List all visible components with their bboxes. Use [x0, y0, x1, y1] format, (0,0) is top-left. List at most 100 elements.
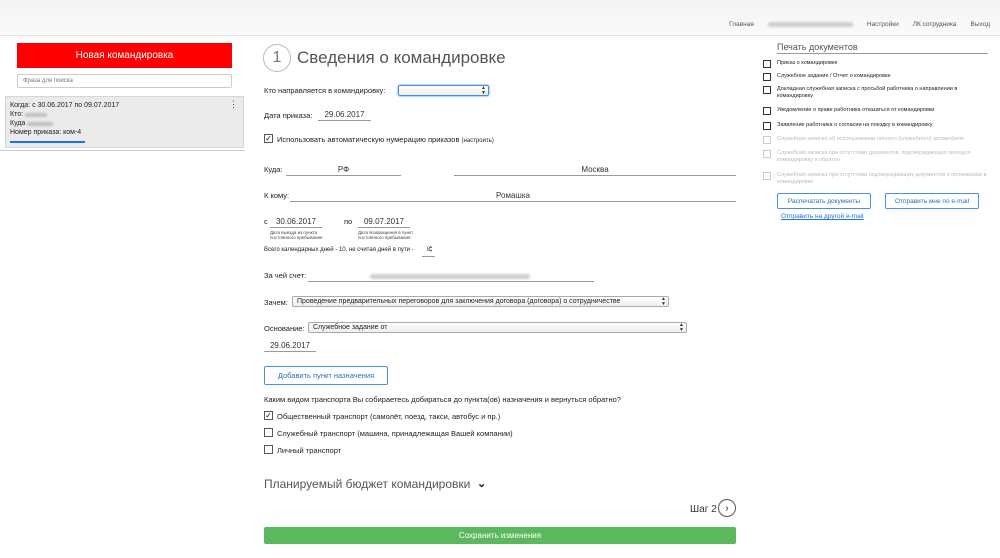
from-date-note: Дата выезда из пункта постоянного пребыв… — [270, 230, 323, 240]
send-other-email-link[interactable]: Отправить на другой e-mail — [781, 213, 864, 220]
trip-where-row: Куда — [10, 119, 239, 128]
doc-label: Служебная записка при отсутствии докумен… — [777, 150, 971, 163]
doc-label: Уведомление о праве работника отказаться… — [777, 107, 935, 113]
transport-public-label: Общественный транспорт (самолёт, поезд, … — [277, 412, 501, 421]
trip-who-label: Кто: — [10, 111, 24, 118]
add-destination-button[interactable]: Добавить пункт назначения — [264, 366, 388, 385]
days-total-text: Всего календарных дней - 10, не считая д… — [264, 247, 414, 253]
doc-item-disabled: Служебная записка при отсутствии подтвер… — [763, 172, 988, 186]
next-step-button[interactable]: › — [718, 499, 736, 517]
basis-label: Основание: — [264, 324, 305, 333]
top-bar: Главная Настройки ЛК сотрудника Выход — [0, 0, 1000, 36]
divider — [0, 150, 245, 151]
doc-label: Служебное задание / Отчет о командировке — [777, 73, 891, 79]
doc-label: Заявление работника о согласии на поездк… — [777, 122, 933, 128]
step-label: Шаг 2 — [690, 504, 717, 515]
trip-when: Когда: с 30.06.2017 по 09.07.2017 — [10, 102, 120, 109]
order-date-label: Дата приказа: — [264, 111, 313, 120]
purpose-select[interactable]: Проведение предварительных переговоров д… — [292, 296, 669, 307]
where-label: Куда: — [264, 165, 283, 174]
trip-who-blurred — [25, 112, 48, 117]
doc-label: Приказ о командировке — [777, 60, 838, 66]
doc-checkbox[interactable] — [763, 86, 771, 94]
city-field[interactable]: Москва — [454, 164, 736, 176]
doc-item[interactable]: Докладная служебная записка с просьбой р… — [763, 86, 988, 100]
transport-public-checkbox[interactable]: ✓ — [264, 411, 273, 420]
transport-question: Каким видом транспорта Вы собираетесь до… — [264, 395, 621, 404]
order-date-field[interactable]: 29.06.2017 — [318, 109, 371, 121]
doc-checkbox[interactable] — [763, 60, 771, 68]
doc-item[interactable]: Приказ о командировке — [763, 60, 988, 68]
chevron-right-icon: › — [725, 502, 729, 514]
doc-item-disabled: Служебная записка об использовании лично… — [763, 136, 988, 144]
to-date-note: Дата возвращения в пункт постоянного пре… — [358, 230, 414, 240]
from-label: с — [264, 217, 268, 226]
search-input[interactable] — [17, 74, 232, 88]
payer-label: За чей счет: — [264, 271, 307, 280]
print-documents-button[interactable]: Распечатать документы — [777, 193, 871, 209]
doc-checkbox — [763, 136, 771, 144]
days-stepper-icon[interactable]: ▲ ▼ — [429, 245, 433, 253]
new-trip-button[interactable]: Новая командировка — [17, 43, 232, 68]
transport-company-label: Служебный транспорт (машина, принадлежащ… — [277, 429, 513, 438]
doc-label: Служебная записка об использовании лично… — [777, 136, 964, 142]
main-form: 1 Сведения о командировке Кто направляет… — [245, 36, 755, 558]
basis-date-field[interactable]: 29.06.2017 — [264, 340, 316, 352]
nav-logout-link[interactable]: Выход — [971, 21, 990, 28]
nav-settings-link[interactable]: Настройки — [867, 21, 899, 28]
purpose-value: Проведение предварительных переговоров д… — [297, 298, 621, 305]
transport-personal-checkbox[interactable] — [264, 445, 273, 454]
purpose-label: Зачем: — [264, 298, 288, 307]
basis-value: Служебное задание от — [313, 324, 388, 331]
country-field[interactable]: РФ — [286, 164, 401, 176]
budget-section-title[interactable]: Планируемый бюджет командировки — [264, 477, 470, 491]
page-title: Сведения о командировке — [297, 48, 506, 67]
step-number: 1 — [263, 44, 291, 72]
doc-checkbox — [763, 172, 771, 180]
to-date-field[interactable]: 09.07.2017 — [358, 216, 410, 228]
print-panel: Печать документов Приказ о командировке … — [755, 36, 1000, 558]
nav-cabinet-link[interactable]: ЛК сотрудника — [913, 21, 957, 28]
auto-numbering-row: Использовать автоматическую нумерацию пр… — [277, 135, 494, 144]
doc-item-disabled: Служебная записка при отсутствии докумен… — [763, 150, 988, 164]
trip-order: Номер приказа: ком-4 — [10, 129, 82, 136]
payer-blurred-value — [370, 274, 530, 279]
nav-home-link[interactable]: Главная — [729, 21, 754, 28]
to-label: по — [344, 217, 353, 226]
to-whom-field[interactable]: Ромашка — [290, 190, 736, 202]
who-select[interactable]: ▲ ▼ — [398, 85, 489, 96]
transport-personal-label: Личный транспорт — [277, 446, 342, 455]
doc-item[interactable]: Заявление работника о согласии на поездк… — [763, 122, 988, 130]
who-label: Кто направляется в командировку: — [264, 86, 386, 95]
trip-where-blurred — [27, 121, 54, 126]
doc-checkbox[interactable] — [763, 122, 771, 130]
sidebar: Новая командировка Когда: с 30.06.2017 п… — [0, 36, 245, 558]
print-panel-title: Печать документов — [777, 42, 988, 54]
doc-item[interactable]: Уведомление о праве работника отказаться… — [763, 107, 988, 115]
basis-select[interactable]: Служебное задание от ▲ ▼ — [308, 322, 687, 333]
send-me-email-button[interactable]: Отправить мне по e-mail — [885, 193, 979, 209]
from-date-field[interactable]: 30.06.2017 — [270, 216, 322, 228]
auto-numbering-checkbox[interactable]: ✓ — [264, 134, 273, 143]
doc-label: Докладная служебная записка с просьбой р… — [777, 86, 958, 99]
auto-numbering-label: Использовать автоматическую нумерацию пр… — [277, 135, 460, 144]
select-arrows-icon: ▲ ▼ — [661, 296, 666, 307]
select-arrows-icon: ▲ ▼ — [481, 85, 486, 96]
more-options-icon[interactable]: ⋮ — [229, 100, 238, 109]
auto-numbering-settings-link[interactable]: (настроить) — [462, 138, 494, 144]
doc-checkbox[interactable] — [763, 107, 771, 115]
doc-checkbox[interactable] — [763, 73, 771, 81]
doc-label: Служебная записка при отсутствии подтвер… — [777, 172, 987, 185]
doc-checkbox — [763, 150, 771, 158]
user-name-blurred — [767, 22, 853, 27]
save-button[interactable]: Сохранить изменения — [264, 527, 736, 544]
trip-list-item[interactable]: Когда: с 30.06.2017 по 09.07.2017 Кто: К… — [5, 96, 244, 148]
trip-where-label: Куда — [10, 120, 26, 127]
trip-who-row: Кто: — [10, 110, 239, 119]
doc-item[interactable]: Служебное задание / Отчет о командировке — [763, 73, 988, 81]
top-nav: Главная Настройки ЛК сотрудника Выход — [715, 21, 990, 28]
transport-company-checkbox[interactable] — [264, 428, 273, 437]
trip-active-indicator — [10, 141, 85, 143]
select-arrows-icon: ▲ ▼ — [679, 322, 684, 333]
chevron-down-icon[interactable]: ⌄ — [477, 477, 486, 490]
